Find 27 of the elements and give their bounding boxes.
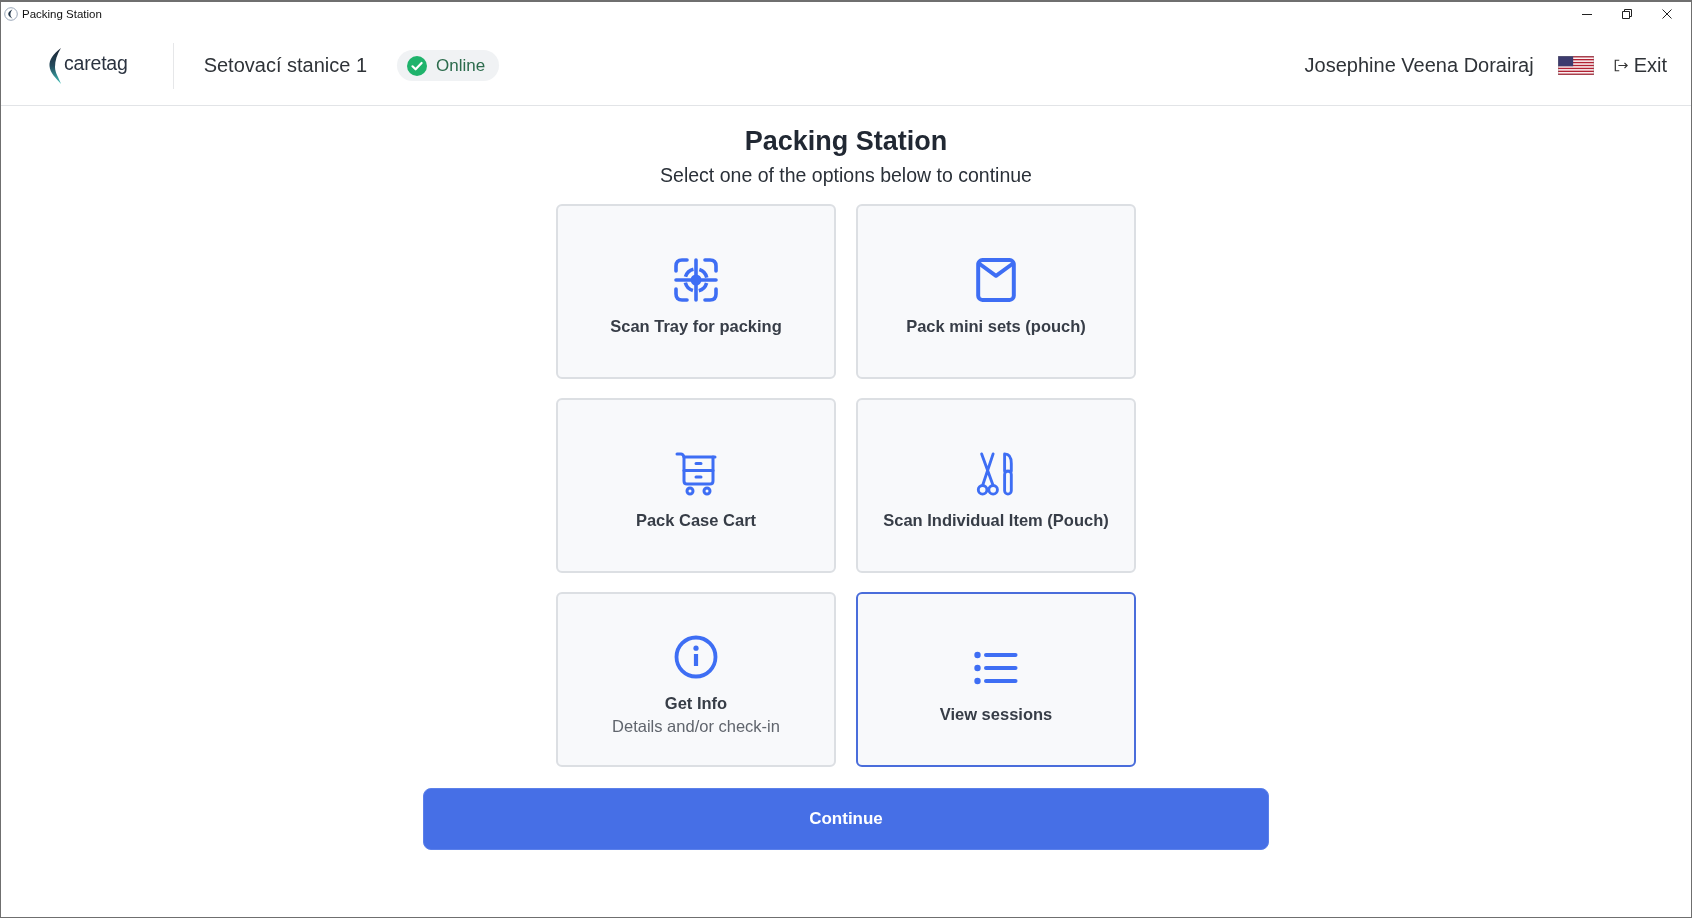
user-name: Josephine Veena Dorairaj (1304, 54, 1534, 77)
cart-icon (674, 452, 718, 496)
envelope-icon (974, 258, 1018, 302)
option-card[interactable]: Scan Tray for packing (556, 204, 836, 379)
list-icon (974, 650, 1018, 685)
page-subtitle: Select one of the options below to continue (660, 163, 1032, 187)
window-title: Packing Station (22, 8, 102, 20)
close-icon (1662, 9, 1672, 19)
logo-text: caretag (64, 52, 128, 75)
app-icon (4, 7, 18, 21)
crosshair-icon (674, 258, 718, 302)
option-card[interactable]: View sessions (856, 592, 1136, 767)
info-icon (674, 634, 718, 679)
status-label: Online (436, 55, 486, 76)
option-card[interactable]: Pack Case Cart (556, 398, 836, 573)
station-name: Setovací stanice 1 (203, 54, 368, 77)
exit-icon (1613, 59, 1628, 72)
option-card[interactable]: Get Info Details and/or check-in (556, 592, 836, 767)
option-card[interactable]: Pack mini sets (pouch) (856, 204, 1136, 379)
minimize-icon (1582, 13, 1592, 15)
exit-button[interactable]: Exit (1613, 54, 1667, 77)
continue-button[interactable]: Continue (423, 788, 1269, 850)
restore-icon (1622, 9, 1632, 19)
page-title: Packing Station (744, 125, 948, 157)
logo-icon (48, 47, 63, 84)
option-card[interactable]: Scan Individual Item (Pouch) (856, 398, 1136, 573)
flag-icon[interactable] (1557, 56, 1594, 75)
